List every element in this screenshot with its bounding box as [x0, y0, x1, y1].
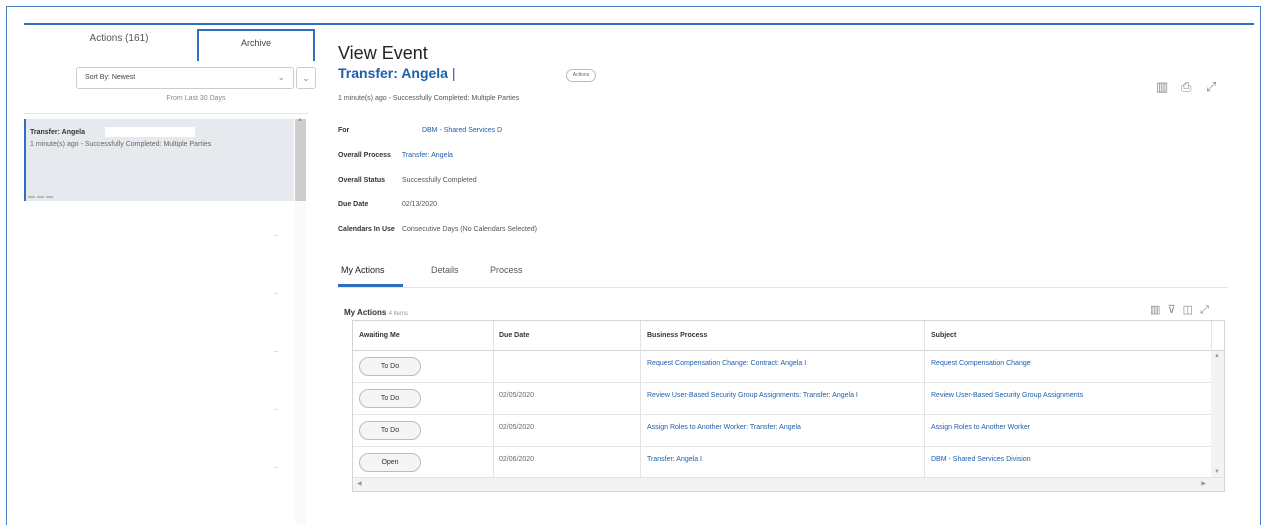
grid-item-count: 4 items: [388, 311, 408, 317]
grid-title: My Actions 4 items: [344, 308, 408, 317]
date-range-label: From Last 30 Days: [166, 95, 226, 102]
to-do-button[interactable]: To Do: [359, 357, 421, 376]
field-value-link[interactable]: DBM - Shared Services D: [422, 127, 502, 134]
field-label: Due Date: [338, 201, 369, 208]
tab-process[interactable]: Process: [490, 265, 523, 275]
columns-icon[interactable]: ◫: [1183, 304, 1195, 316]
archive-sidebar: Actions (161) Archive Sort By: Newest ⌄ …: [24, 25, 316, 525]
to-do-button[interactable]: To Do: [359, 389, 421, 408]
scroll-left-icon[interactable]: ◀: [357, 480, 362, 487]
subject-link[interactable]: Assign Roles to Another Worker: [931, 424, 1030, 431]
field-for: For DBM - Shared Services D: [338, 127, 502, 134]
list-item-desc: 1 minute(s) ago - Successfully Completed…: [30, 141, 212, 148]
due-date-cell: 02/05/2020: [499, 392, 535, 399]
field-overall-process: Overall Process Transfer: Angela: [338, 152, 453, 159]
tab-archive[interactable]: Archive: [197, 29, 315, 61]
table-row: To Do 02/05/2020 Assign Roles to Another…: [353, 415, 1211, 447]
field-value: Consecutive Days (No Calendars Selected): [401, 226, 537, 233]
field-label: Overall Status: [338, 177, 386, 184]
sort-label: Sort By: Newest: [85, 74, 136, 81]
table-horizontal-scrollbar[interactable]: ◀ ▶: [353, 477, 1224, 491]
table-row: To Do Request Compensation Change: Contr…: [353, 351, 1211, 383]
list-item-title: Transfer: Angela: [30, 128, 85, 136]
scroll-up-icon[interactable]: ▲: [1214, 353, 1220, 359]
export-to-excel-icon[interactable]: ▥: [1156, 79, 1168, 95]
event-title: Transfer: Angela: [338, 65, 448, 81]
due-date-cell: 02/06/2020: [499, 456, 535, 463]
business-process-link[interactable]: Review User-Based Security Group Assignm…: [647, 392, 858, 399]
event-status-line: 1 minute(s) ago - Successfully Completed…: [338, 95, 520, 102]
field-label: Overall Process: [338, 152, 391, 159]
export-to-excel-icon[interactable]: ▥: [1150, 304, 1162, 316]
scroll-right-icon[interactable]: ▶: [1201, 480, 1206, 487]
divider: [274, 409, 278, 410]
subject-link[interactable]: Review User-Based Security Group Assignm…: [931, 392, 1083, 399]
sort-dropdown[interactable]: Sort By: Newest ⌄: [76, 67, 294, 89]
grid-toolbar: ▥ ⊽ ◫ ⤢: [1150, 303, 1211, 317]
related-actions-button[interactable]: Actions: [566, 69, 596, 82]
divider: [274, 467, 278, 468]
business-process-link[interactable]: Request Compensation Change: Contract: A…: [647, 360, 806, 367]
tab-my-actions[interactable]: My Actions: [341, 265, 385, 275]
field-label: Calendars In Use: [338, 226, 395, 233]
scrollbar-thumb[interactable]: [295, 119, 306, 201]
my-actions-table: Awaiting Me Due Date Business Process Su…: [352, 320, 1225, 492]
divider: [274, 235, 278, 236]
print-icon[interactable]: ⎙: [1181, 79, 1191, 95]
grid-title-text: My Actions: [344, 308, 387, 317]
table-header: Awaiting Me Due Date Business Process Su…: [353, 321, 1224, 351]
open-button[interactable]: Open: [359, 453, 421, 472]
business-process-link[interactable]: Transfer: Angela I: [647, 456, 702, 463]
field-calendars: Calendars In Use Consecutive Days (No Ca…: [338, 226, 537, 233]
table-vertical-scrollbar[interactable]: ▲ ▼: [1211, 351, 1224, 477]
divider: [274, 351, 278, 352]
list-item-selected[interactable]: Transfer: Angela 1 minute(s) ago - Succe…: [24, 119, 294, 201]
table-row: To Do 02/05/2020 Review User-Based Secur…: [353, 383, 1211, 415]
field-label: For: [338, 127, 350, 134]
business-process-link[interactable]: Assign Roles to Another Worker: Transfer…: [647, 424, 801, 431]
page-title: View Event: [338, 43, 428, 63]
column-header[interactable]: Subject: [931, 332, 956, 339]
filter-icon[interactable]: ⊽: [1167, 304, 1177, 316]
tab-details[interactable]: Details: [431, 265, 459, 275]
scroll-up-icon[interactable]: ▲: [297, 117, 303, 123]
field-value: Successfully Completed: [401, 177, 477, 184]
chevron-down-icon: ⌄: [302, 73, 310, 83]
column-header[interactable]: Awaiting Me: [359, 332, 400, 339]
divider: [338, 287, 1228, 288]
column-header[interactable]: Business Process: [647, 332, 707, 339]
list-item-faded[interactable]: ▬ ▬ ▬: [28, 193, 53, 200]
scroll-down-icon[interactable]: ▼: [1214, 469, 1220, 475]
to-do-button[interactable]: To Do: [359, 421, 421, 440]
table-row: Open 02/06/2020 Transfer: Angela I DBM -…: [353, 447, 1211, 479]
divider: [24, 113, 309, 114]
field-value-link[interactable]: Transfer: Angela: [402, 152, 453, 159]
sidebar-scrollbar[interactable]: ▲: [295, 117, 306, 524]
event-title-bar: |: [451, 65, 456, 81]
subject-link[interactable]: Request Compensation Change: [931, 360, 1031, 367]
field-overall-status: Overall Status Successfully Completed: [338, 177, 477, 184]
chevron-down-icon: ⌄: [277, 72, 285, 82]
fullscreen-icon[interactable]: ⤢: [1200, 304, 1211, 316]
column-header[interactable]: Due Date: [499, 332, 529, 339]
event-title-link[interactable]: Transfer: Angela |: [338, 65, 456, 81]
subject-link[interactable]: DBM - Shared Services Division: [931, 456, 1031, 463]
field-due-date: Due Date 02/13/2020: [338, 201, 437, 208]
expand-icon[interactable]: ⤢: [1206, 79, 1216, 95]
tab-actions[interactable]: Actions (161): [54, 33, 184, 44]
due-date-cell: 02/05/2020: [499, 424, 535, 431]
sort-direction-button[interactable]: ⌄: [296, 67, 316, 89]
divider: [274, 293, 278, 294]
field-value: 02/13/2020: [401, 201, 437, 208]
redaction-box: [104, 127, 195, 137]
